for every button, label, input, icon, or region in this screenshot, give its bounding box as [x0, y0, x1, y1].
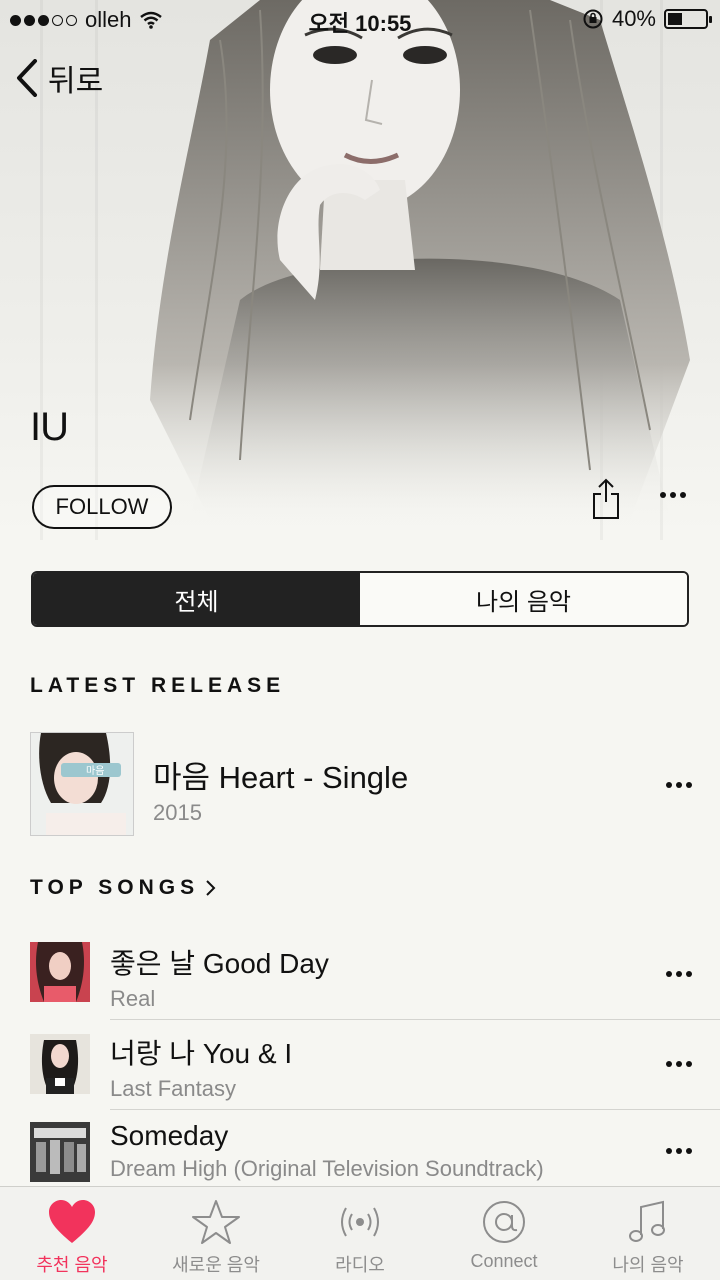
latest-album-art[interactable]: 마음 [30, 732, 134, 836]
tab-radio[interactable]: 라디오 [288, 1187, 432, 1280]
tab-for-you[interactable]: 추천 음악 [0, 1187, 144, 1280]
back-button[interactable]: 뒤로 [16, 56, 103, 100]
song-album: Last Fantasy [110, 1076, 236, 1101]
song-row[interactable]: 좋은 날 Good Day Real [0, 930, 720, 1020]
back-label: 뒤로 [48, 65, 104, 98]
music-note-icon [629, 1200, 665, 1242]
rotation-lock-icon [583, 9, 603, 29]
tab-label: 새로운 음악 [172, 1255, 260, 1275]
svg-text:마음: 마음 [86, 765, 104, 777]
heart-icon [49, 1200, 95, 1243]
latest-release-year: 2015 [153, 800, 202, 825]
radio-icon [341, 1207, 379, 1237]
battery-icon [664, 9, 712, 29]
song-more-icon[interactable] [666, 1148, 692, 1154]
segment-all[interactable]: 전체 [33, 573, 360, 625]
follow-button[interactable]: FOLLOW [32, 485, 172, 529]
tab-label: Connect [470, 1251, 538, 1271]
latest-more-icon[interactable] [666, 782, 692, 788]
song-art [30, 1122, 90, 1182]
song-title: 좋은 날 Good Day [110, 948, 329, 979]
tab-label: 라디오 [335, 1255, 385, 1275]
tab-label: 추천 음악 [36, 1255, 108, 1275]
song-album: Real [110, 986, 156, 1011]
status-bar: olleh 오전 10:55 40% [0, 0, 720, 40]
artist-portrait [150, 0, 690, 520]
latest-release-title[interactable]: 마음 Heart - Single [153, 752, 408, 797]
song-title: 너랑 나 You & I [110, 1038, 293, 1069]
tab-label: 나의 음악 [612, 1255, 684, 1275]
artist-name: IU [30, 405, 69, 449]
artist-hero: olleh 오전 10:55 40% 뒤로 IU FOLLOW [0, 0, 720, 540]
top-songs-heading-label: TOP SONGS [30, 876, 200, 899]
tab-bar: 추천 음악 새로운 음악 라디오 Connect 나의 음악 [0, 1186, 720, 1280]
song-more-icon[interactable] [666, 971, 692, 977]
song-art [30, 942, 90, 1002]
more-options-icon[interactable] [660, 492, 686, 498]
song-album: Dream High (Original Television Soundtra… [110, 1156, 544, 1181]
at-icon [483, 1201, 525, 1243]
chevron-left-icon [17, 59, 37, 97]
song-more-icon[interactable] [666, 1061, 692, 1067]
segmented-control: 전체 나의 음악 [31, 571, 689, 627]
tab-my-music[interactable]: 나의 음악 [576, 1187, 720, 1280]
share-icon[interactable] [590, 478, 622, 520]
tab-new[interactable]: 새로운 음악 [144, 1187, 288, 1280]
chevron-right-icon [206, 880, 216, 896]
tab-connect[interactable]: Connect [432, 1187, 576, 1280]
top-songs-heading[interactable]: TOP SONGS [30, 876, 217, 900]
segment-my-music[interactable]: 나의 음악 [360, 573, 687, 625]
latest-release-heading: LATEST RELEASE [30, 674, 286, 697]
song-art [30, 1034, 90, 1094]
song-row[interactable]: 너랑 나 You & I Last Fantasy [0, 1020, 720, 1110]
battery-percent: 40% [611, 6, 656, 31]
star-icon [192, 1200, 240, 1244]
song-title: Someday [110, 1120, 229, 1151]
